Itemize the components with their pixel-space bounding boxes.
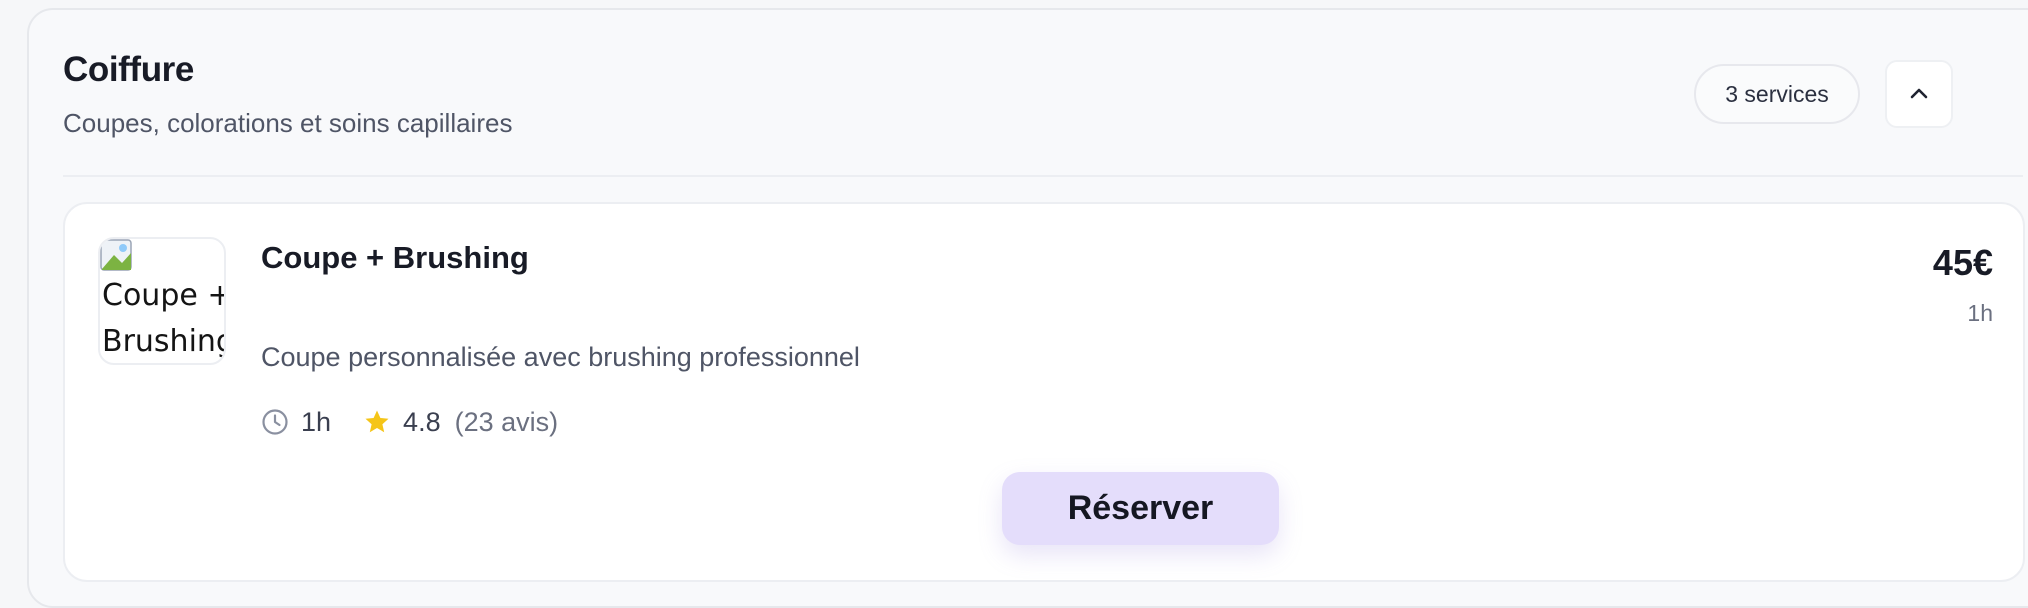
- broken-image-icon: [100, 239, 132, 271]
- service-description: Coupe personnalisée avec brushing profes…: [261, 342, 860, 372]
- service-meta: 1h 4.8 (23 avis): [261, 404, 558, 440]
- clock-icon: [262, 409, 288, 435]
- service-price: 45€: [1932, 242, 1993, 283]
- service-duration: 1h: [301, 406, 332, 437]
- service-image-alt-text: Coupe + Brushing: [102, 278, 226, 359]
- service-image: Coupe + Brushing: [98, 237, 226, 365]
- star-icon: [365, 410, 389, 433]
- service-name: Coupe + Brushing: [261, 240, 529, 275]
- divider: [63, 175, 2023, 177]
- services-count-badge: 3 services: [1694, 64, 1860, 124]
- category-subtitle: Coupes, colorations et soins capillaires: [63, 108, 513, 138]
- chevron-up-icon: [1910, 88, 1928, 99]
- service-reviews-count: (23 avis): [454, 406, 559, 437]
- collapse-button[interactable]: [1885, 60, 1953, 128]
- category-title: Coiffure: [63, 50, 194, 89]
- category-panel: Coiffure Coupes, colorations et soins ca…: [27, 8, 2028, 608]
- service-rating: 4.8: [403, 406, 441, 437]
- reserve-button[interactable]: Réserver: [1002, 472, 1279, 545]
- service-price-duration: 1h: [1967, 300, 1993, 326]
- service-card[interactable]: Coupe + Brushing Coupe + Brushing Coupe …: [63, 202, 2025, 582]
